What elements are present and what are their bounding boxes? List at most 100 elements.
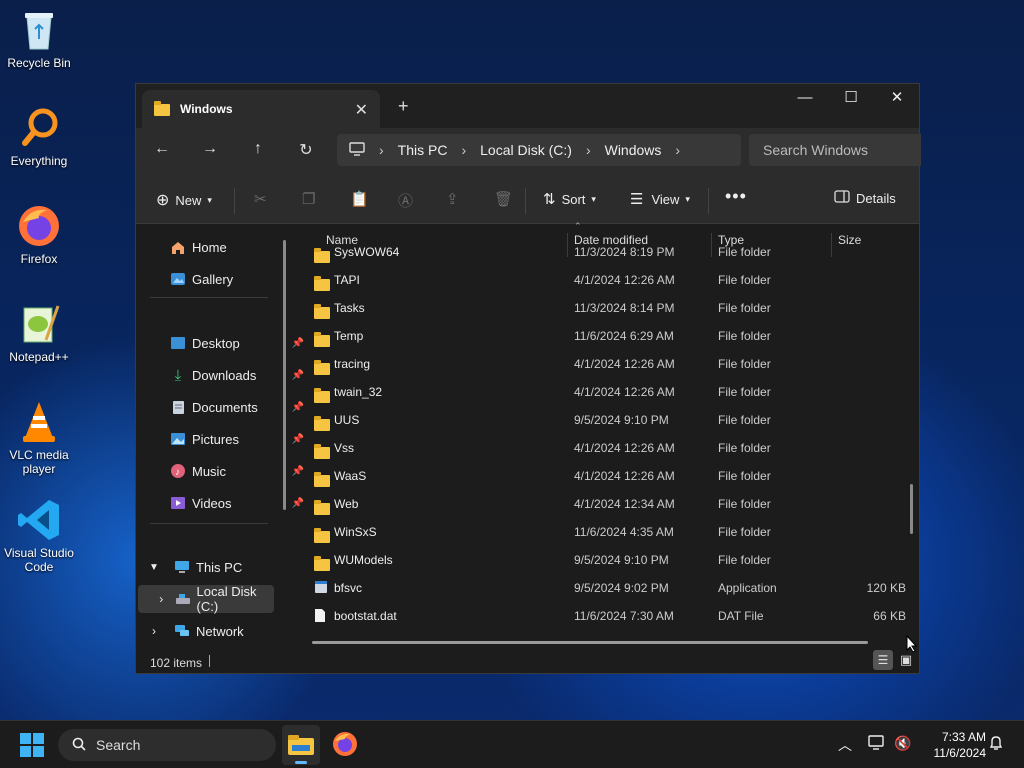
- paste-icon[interactable]: 📋: [350, 190, 369, 208]
- file-type: File folder: [718, 469, 771, 483]
- sidebar-item-gallery[interactable]: Gallery: [170, 265, 310, 293]
- videos-icon: [170, 495, 186, 511]
- file-row[interactable]: WinSxS 11/6/2024 4:35 AM File folder: [294, 519, 906, 547]
- file-row[interactable]: bootstat.dat 11/6/2024 7:30 AM DAT File 66 …: [294, 603, 906, 631]
- system-clock[interactable]: 7:33 AM 11/6/2024: [920, 729, 987, 761]
- file-row[interactable]: TAPI 4/1/2024 12:26 AM File folder: [294, 267, 906, 295]
- documents-icon: [170, 399, 186, 415]
- file-name: TAPI: [334, 273, 360, 287]
- rename-icon[interactable]: Ⓐ: [398, 190, 413, 211]
- desktop-icon-firefox[interactable]: Firefox: [4, 204, 74, 266]
- delete-icon[interactable]: 🗑: [494, 190, 513, 208]
- chevron-up-icon[interactable]: ︿: [838, 735, 852, 755]
- chevron-down-icon[interactable]: ▼: [146, 559, 162, 575]
- sidebar-item-pictures[interactable]: Pictures 📌: [170, 425, 310, 453]
- file-row[interactable]: Tasks 11/3/2024 8:14 PM File folder: [294, 295, 906, 323]
- navigation-pane: Home Gallery Desktop 📌 ⤓ Downloads 📌 Doc…: [136, 225, 304, 650]
- sidebar-item-label: Home: [192, 239, 227, 255]
- firefox-icon: [333, 732, 357, 756]
- new-button[interactable]: ⊕ New ▾: [156, 190, 212, 210]
- new-button-label: New: [175, 192, 202, 208]
- file-row[interactable]: WUModels 9/5/2024 9:10 PM File folder: [294, 547, 906, 575]
- sidebar-item-downloads[interactable]: ⤓ Downloads 📌: [170, 361, 310, 389]
- minimize-button[interactable]: —: [782, 88, 828, 108]
- sidebar-item-desktop[interactable]: Desktop 📌: [170, 329, 310, 357]
- sidebar-scrollbar[interactable]: [283, 240, 286, 510]
- file-row[interactable]: bfsvc 9/5/2024 9:02 PM Application 120 KB: [294, 575, 906, 603]
- file-date: 11/3/2024 8:19 PM: [574, 245, 675, 259]
- desktop-icon-vlc[interactable]: VLC media player: [4, 400, 74, 476]
- sidebar-item-videos[interactable]: Videos 📌: [170, 489, 310, 517]
- breadcrumb-windows[interactable]: Windows: [605, 142, 662, 158]
- file-row[interactable]: WaaS 4/1/2024 12:26 AM File folder: [294, 463, 906, 491]
- sort-button-label: Sort: [561, 191, 586, 207]
- view-button[interactable]: ☰ View ▾: [630, 190, 690, 208]
- chevron-down-icon: ▾: [591, 193, 596, 204]
- taskbar-firefox[interactable]: [332, 731, 358, 760]
- forward-button[interactable]: →: [198, 140, 222, 158]
- close-tab-icon[interactable]: ✕: [355, 100, 368, 120]
- file-row[interactable]: twain_32 4/1/2024 12:26 AM File folder: [294, 379, 906, 407]
- sidebar-item-label: Music: [192, 463, 226, 479]
- sidebar-item-label: Documents: [192, 399, 258, 415]
- taskbar-search[interactable]: Search: [58, 729, 276, 761]
- start-button[interactable]: [20, 733, 44, 760]
- chevron-down-icon: ▾: [207, 194, 212, 205]
- new-tab-button[interactable]: +: [398, 96, 409, 117]
- sidebar-item-local-disk[interactable]: › Local Disk (C:): [138, 584, 274, 614]
- file-type: DAT File: [718, 609, 764, 623]
- chevron-right-icon[interactable]: ›: [146, 623, 162, 639]
- windows-logo-icon: [20, 733, 44, 757]
- desktop-icon-notepadpp[interactable]: Notepad++: [4, 302, 74, 364]
- sidebar-item-home[interactable]: Home: [170, 233, 310, 261]
- up-button[interactable]: ↑: [246, 140, 270, 158]
- network-status-icon[interactable]: [868, 735, 886, 754]
- taskbar-file-explorer[interactable]: [282, 725, 320, 765]
- breadcrumb-local-disk[interactable]: Local Disk (C:): [480, 142, 572, 158]
- file-date: 11/6/2024 7:30 AM: [574, 609, 674, 623]
- sort-button[interactable]: ⇅ Sort ▾: [543, 190, 596, 208]
- file-row[interactable]: UUS 9/5/2024 9:10 PM File folder: [294, 407, 906, 435]
- share-icon[interactable]: ⇪: [446, 190, 459, 208]
- desktop-icon-recycle-bin[interactable]: Recycle Bin: [4, 8, 74, 70]
- chevron-right-icon[interactable]: ›: [154, 591, 169, 607]
- sidebar-item-this-pc[interactable]: ▼ This PC: [146, 553, 286, 581]
- breadcrumb-this-pc[interactable]: This PC: [398, 142, 448, 158]
- folder-icon: [314, 440, 330, 459]
- sidebar-item-label: Downloads: [192, 367, 257, 383]
- cut-icon[interactable]: ✂: [254, 190, 267, 208]
- file-type: File folder: [718, 301, 771, 315]
- sidebar-item-network[interactable]: › Network: [146, 617, 286, 645]
- desktop-icon: [170, 335, 186, 351]
- file-type: File folder: [718, 245, 771, 259]
- file-row[interactable]: Temp 11/6/2024 6:29 AM File folder: [294, 323, 906, 351]
- file-list-scrollbar[interactable]: [910, 484, 913, 534]
- file-row[interactable]: SysWOW64 11/3/2024 8:19 PM File folder: [294, 239, 906, 267]
- item-count: 102 items: [150, 656, 203, 670]
- maximize-button[interactable]: ☐: [828, 88, 874, 108]
- file-row[interactable]: Web 4/1/2024 12:34 AM File folder: [294, 491, 906, 519]
- back-button[interactable]: ←: [150, 140, 174, 158]
- clock-time: 7:33 AM: [941, 730, 986, 744]
- search-input[interactable]: Search Windows: [749, 134, 921, 166]
- sidebar-item-label: Local Disk (C:): [196, 584, 257, 614]
- address-bar[interactable]: › This PC › Local Disk (C:) › Windows ›: [337, 134, 741, 166]
- close-window-button[interactable]: ✕: [874, 88, 920, 108]
- desktop-icon-vscode[interactable]: Visual Studio Code: [4, 498, 74, 574]
- horizontal-scrollbar[interactable]: [312, 641, 868, 644]
- details-view-button[interactable]: ☰: [873, 650, 893, 670]
- details-button[interactable]: Details: [834, 190, 896, 206]
- notepadpp-icon: [17, 302, 61, 346]
- file-row[interactable]: Vss 4/1/2024 12:26 AM File folder: [294, 435, 906, 463]
- volume-muted-icon[interactable]: 🔇: [894, 735, 911, 752]
- sidebar-item-music[interactable]: ♪ Music 📌: [170, 457, 310, 485]
- tab-windows[interactable]: Windows ✕: [142, 90, 380, 128]
- more-options-icon[interactable]: •••: [725, 186, 747, 207]
- desktop-icon-everything[interactable]: Everything: [4, 106, 74, 168]
- sidebar-item-documents[interactable]: Documents 📌: [170, 393, 310, 421]
- file-row[interactable]: tracing 4/1/2024 12:26 AM File folder: [294, 351, 906, 379]
- copy-icon[interactable]: ❐: [302, 190, 315, 208]
- refresh-button[interactable]: ↻: [294, 140, 318, 160]
- file-type: File folder: [718, 273, 771, 287]
- notification-bell-icon[interactable]: [988, 735, 1004, 754]
